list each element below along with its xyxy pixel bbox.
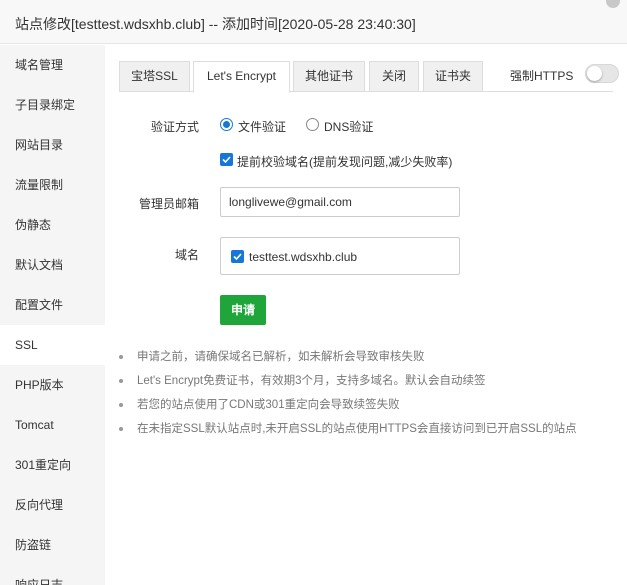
tip-text: 若您的站点使用了CDN或301重定向会导致续签失败: [137, 399, 400, 411]
bullet-icon: [119, 355, 123, 359]
force-https-label: 强制HTTPS: [510, 69, 574, 83]
sidebar-item-traffic-limit[interactable]: 流量限制: [0, 165, 105, 205]
radio-dns-verify[interactable]: [306, 118, 319, 131]
title-bar: 站点修改[testtest.wdsxhb.club] -- 添加时间[2020-…: [0, 0, 627, 44]
domain-label: 域名: [174, 248, 199, 262]
precheck-label[interactable]: 提前校验域名(提前发现问题,减少失败率): [237, 153, 452, 170]
sidebar: 域名管理 子目录绑定 网站目录 流量限制 伪静态 默认文档 配置文件 SSL P…: [0, 45, 105, 585]
tab-lets-encrypt[interactable]: Let's Encrypt: [193, 61, 290, 93]
list-item: Let's Encrypt免费证书，有效期3个月，支持多域名。默认会自动续签: [119, 369, 619, 393]
sidebar-item-default-document[interactable]: 默认文档: [0, 245, 105, 285]
sidebar-item-rewrite[interactable]: 伪静态: [0, 205, 105, 245]
precheck-checkbox[interactable]: [220, 153, 233, 166]
bullet-icon: [119, 379, 123, 383]
dns-verify-label[interactable]: DNS验证: [324, 118, 373, 135]
apply-button[interactable]: 申请: [220, 295, 266, 325]
bullet-icon: [119, 403, 123, 407]
bullet-icon: [119, 427, 123, 431]
file-verify-label[interactable]: 文件验证: [238, 118, 286, 135]
list-item: 若您的站点使用了CDN或301重定向会导致续签失败: [119, 393, 619, 417]
force-https-toggle[interactable]: [585, 64, 619, 83]
sidebar-item-site-directory[interactable]: 网站目录: [0, 125, 105, 165]
main-panel: 宝塔SSL Let's Encrypt 其他证书 关闭 证书夹 强制HTTPS …: [105, 45, 627, 585]
sidebar-item-ssl[interactable]: SSL: [0, 325, 105, 365]
list-item: 在未指定SSL默认站点时,未开启SSL的站点使用HTTPS会直接访问到已开启SS…: [119, 417, 619, 441]
check-icon: [233, 253, 242, 261]
admin-email-label: 管理员邮箱: [138, 197, 199, 211]
list-item: 申请之前，请确保域名已解析，如未解析会导致审核失败: [119, 345, 619, 369]
toggle-knob: [587, 66, 602, 81]
sidebar-item-reverse-proxy[interactable]: 反向代理: [0, 485, 105, 525]
check-icon: [222, 156, 231, 164]
sidebar-item-php-version[interactable]: PHP版本: [0, 365, 105, 405]
close-icon[interactable]: [606, 0, 620, 8]
sidebar-item-redirect[interactable]: 301重定向: [0, 445, 105, 485]
domain-checkbox[interactable]: [231, 250, 244, 263]
domain-option-label[interactable]: testtest.wdsxhb.club: [249, 250, 357, 264]
tab-close-ssl[interactable]: 关闭: [369, 61, 419, 92]
radio-file-verify[interactable]: [220, 118, 233, 131]
sidebar-item-tomcat[interactable]: Tomcat: [0, 405, 105, 445]
verify-method-label: 验证方式: [150, 120, 199, 134]
sidebar-item-config-file[interactable]: 配置文件: [0, 285, 105, 325]
sidebar-item-subdir-binding[interactable]: 子目录绑定: [0, 85, 105, 125]
domain-list-box: testtest.wdsxhb.club: [220, 237, 460, 275]
sidebar-item-hotlink-protection[interactable]: 防盗链: [0, 525, 105, 565]
tip-text: 申请之前，请确保域名已解析，如未解析会导致审核失败: [137, 351, 425, 363]
admin-email-input[interactable]: [220, 187, 460, 217]
tips-list: 申请之前，请确保域名已解析，如未解析会导致审核失败 Let's Encrypt免…: [119, 345, 619, 441]
sidebar-item-domain[interactable]: 域名管理: [0, 45, 105, 85]
window-title: 站点修改[testtest.wdsxhb.club] -- 添加时间[2020-…: [15, 16, 416, 32]
tip-text: 在未指定SSL默认站点时,未开启SSL的站点使用HTTPS会直接访问到已开启SS…: [137, 423, 577, 435]
tab-certificate-folder[interactable]: 证书夹: [423, 61, 483, 92]
sidebar-item-response-log[interactable]: 响应日志: [0, 565, 105, 585]
tip-text: Let's Encrypt免费证书，有效期3个月，支持多域名。默认会自动续签: [137, 375, 486, 387]
tab-baota-ssl[interactable]: 宝塔SSL: [119, 61, 190, 92]
tab-other-certificate[interactable]: 其他证书: [293, 61, 365, 92]
